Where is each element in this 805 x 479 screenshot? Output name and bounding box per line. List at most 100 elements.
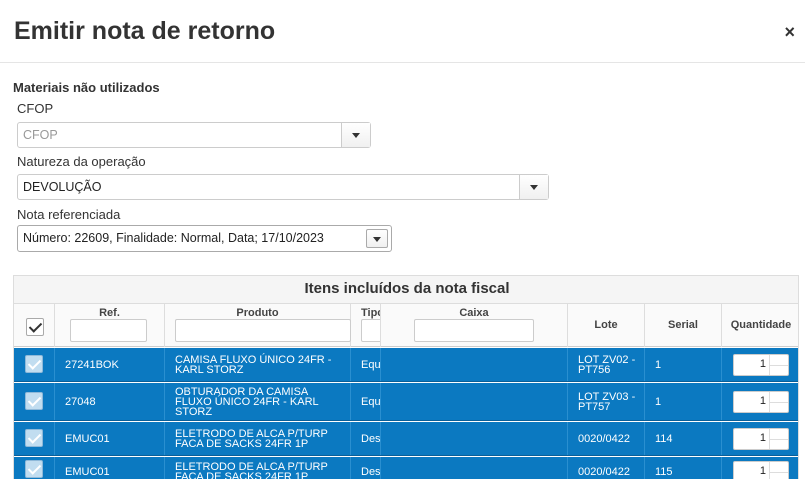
modal-header: Emitir nota de retorno × (0, 0, 805, 63)
quantity-stepper[interactable]: 1 (733, 390, 789, 413)
cell-quantidade: 1 (722, 457, 798, 479)
table-caption: Itens incluídos da nota fiscal (14, 276, 798, 304)
tipo-filter-input[interactable] (361, 319, 380, 342)
serial-text: 114 (655, 432, 673, 445)
table-row[interactable]: 27048 OBTURADOR DA CAMISA FLUXO ÚNICO 24… (14, 383, 798, 421)
natureza-select[interactable]: DEVOLUÇÃO (17, 174, 549, 200)
header-ref-label: Ref. (99, 307, 120, 319)
serial-text: 1 (655, 358, 662, 371)
cell-ref: EMUC01 (55, 422, 165, 455)
header-select-all (14, 304, 55, 347)
cell-caixa (381, 348, 568, 381)
quantity-stepper[interactable]: 1 (733, 353, 789, 376)
table-row[interactable]: EMUC01 ELETRODO DE ALCA P/TURP FACA DE S… (14, 457, 798, 479)
produto-text: ELETRODO DE ALCA P/TURP FACA DE SACKS 24… (175, 427, 328, 450)
chevron-down-icon[interactable] (341, 123, 370, 147)
header-caixa-label: Caixa (459, 307, 489, 319)
produto-text: CAMISA FLUXO ÚNICO 24FR - KARL STORZ (175, 353, 332, 376)
stepper-arrows-icon[interactable] (769, 391, 788, 412)
close-icon[interactable]: × (784, 22, 795, 42)
cell-ref: EMUC01 (55, 457, 165, 479)
row-checkbox[interactable] (25, 460, 43, 478)
cell-quantidade: 1 (722, 422, 798, 455)
quantity-value: 1 (759, 431, 766, 444)
tipo-text: Des (361, 466, 381, 478)
produto-text: ELETRODO DE ALCA P/TURP FACA DE SACKS 24… (175, 461, 328, 479)
nota-value: Número: 22609, Finalidade: Normal, Data;… (23, 231, 324, 245)
header-produto-label: Produto (236, 307, 279, 319)
row-checkbox[interactable] (25, 392, 43, 410)
lote-text: 0020/0422 (578, 466, 630, 478)
cell-serial: 114 (645, 422, 722, 455)
header-ref: Ref. (55, 304, 165, 347)
cell-quantidade: 1 (722, 348, 798, 381)
modal-title: Emitir nota de retorno (14, 17, 276, 45)
caixa-filter-input[interactable] (414, 319, 534, 342)
cell-produto: ELETRODO DE ALCA P/TURP FACA DE SACKS 24… (165, 422, 351, 455)
cell-tipo: Equ (351, 383, 381, 420)
header-serial: Serial (645, 304, 722, 347)
quantity-value: 1 (759, 394, 766, 407)
ref-filter-input[interactable] (70, 319, 147, 342)
chevron-down-icon[interactable] (519, 175, 548, 199)
table-row[interactable]: 27241BOK CAMISA FLUXO ÚNICO 24FR - KARL … (14, 348, 798, 382)
produto-text: OBTURADOR DA CAMISA FLUXO ÚNICO 24FR - K… (175, 385, 319, 418)
quantity-stepper[interactable]: 1 (733, 427, 789, 450)
serial-text: 1 (655, 395, 662, 408)
ref-text: 27241BOK (65, 358, 119, 371)
ref-text: EMUC01 (65, 432, 110, 445)
cfop-select[interactable]: CFOP (17, 122, 371, 148)
table-row[interactable]: EMUC01 ELETRODO DE ALCA P/TURP FACA DE S… (14, 422, 798, 456)
nota-label: Nota referenciada (17, 207, 121, 222)
quantity-value: 1 (759, 465, 766, 477)
serial-text: 115 (655, 466, 673, 478)
cell-serial: 1 (645, 348, 722, 381)
header-lote: Lote (568, 304, 645, 347)
header-quantidade-label: Quantidade (730, 319, 792, 331)
cell-quantidade: 1 (722, 383, 798, 420)
stepper-arrows-icon[interactable] (769, 354, 788, 375)
cell-ref: 27241BOK (55, 348, 165, 381)
lote-text: LOT ZV03 - PT757 (578, 390, 636, 413)
cell-lote: 0020/0422 (568, 457, 645, 479)
cell-produto: OBTURADOR DA CAMISA FLUXO ÚNICO 24FR - K… (165, 383, 351, 420)
header-serial-label: Serial (668, 319, 698, 331)
section-title: Materiais não utilizados (13, 80, 160, 95)
produto-filter-input[interactable] (175, 319, 351, 342)
lote-text: 0020/0422 (578, 432, 630, 445)
cfop-label: CFOP (17, 101, 54, 116)
quantity-stepper[interactable]: 1 (733, 461, 789, 479)
select-all-checkbox[interactable] (26, 318, 44, 336)
natureza-label: Natureza da operação (17, 154, 146, 169)
row-checkbox[interactable] (25, 355, 43, 373)
cell-lote: LOT ZV02 - PT756 (568, 348, 645, 381)
natureza-value: DEVOLUÇÃO (23, 180, 102, 194)
table-header: Ref. Produto Tipo Caixa Lote Serial Quan… (14, 304, 798, 347)
tipo-text: Equ (361, 395, 381, 408)
chevron-down-icon[interactable] (366, 229, 388, 248)
lote-text: LOT ZV02 - PT756 (578, 353, 636, 376)
header-tipo: Tipo (351, 304, 381, 347)
nota-select[interactable]: Número: 22609, Finalidade: Normal, Data;… (17, 225, 392, 252)
row-checkbox[interactable] (25, 429, 43, 447)
cell-produto: ELETRODO DE ALCA P/TURP FACA DE SACKS 24… (165, 457, 351, 479)
header-produto: Produto (165, 304, 351, 347)
cell-ref: 27048 (55, 383, 165, 420)
ref-text: EMUC01 (65, 466, 110, 478)
stepper-arrows-icon[interactable] (769, 428, 788, 449)
cell-lote: LOT ZV03 - PT757 (568, 383, 645, 420)
header-tipo-label: Tipo (361, 307, 380, 319)
cell-serial: 1 (645, 383, 722, 420)
cell-produto: CAMISA FLUXO ÚNICO 24FR - KARL STORZ (165, 348, 351, 381)
cell-tipo: Equ (351, 348, 381, 381)
row-select (14, 348, 55, 381)
header-lote-label: Lote (594, 319, 618, 331)
ref-text: 27048 (65, 395, 96, 408)
row-select (14, 422, 55, 455)
stepper-arrows-icon[interactable] (769, 462, 788, 479)
row-select (14, 457, 55, 479)
row-select (14, 383, 55, 420)
cell-caixa (381, 457, 568, 479)
tipo-text: Des (361, 432, 381, 445)
tipo-text: Equ (361, 358, 381, 371)
